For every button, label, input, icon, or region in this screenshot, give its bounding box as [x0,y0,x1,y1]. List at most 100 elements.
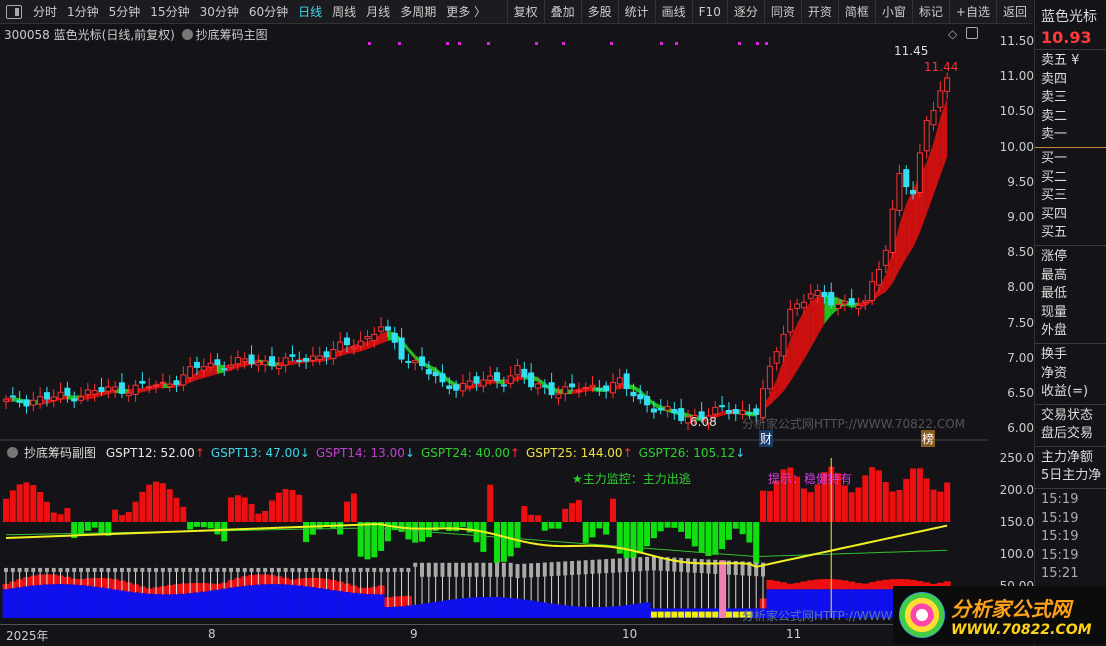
candle-body [562,386,569,395]
sub-indicator-toggle-icon[interactable] [7,447,18,458]
chip-cap [597,559,602,574]
blue-volume-bar [23,586,30,618]
toolbar-button[interactable]: 统计 [617,0,655,24]
blue-volume-bar [50,584,58,618]
toolbar-button[interactable]: 多股 [580,0,618,24]
blue-volume-bar [207,590,215,618]
candle-body [903,169,910,188]
period-tab[interactable]: 月线 [361,3,395,20]
mf-bar [50,512,57,522]
toolbar-button[interactable]: 逐分 [726,0,764,24]
period-tab[interactable]: 分时 [28,3,62,20]
chip-cap [508,562,513,577]
blue-volume-bar [241,585,249,618]
sub-indicator-value: GSPT24: 40.00↑ [421,446,520,460]
chip-cap [290,567,295,572]
mf-bar [494,522,501,563]
candle-body [391,332,398,343]
candle-body [425,369,432,375]
blue-volume-bar [309,587,317,618]
period-tab[interactable]: 多周期 [395,3,441,20]
toolbar-button[interactable]: 简框 [837,0,875,24]
chip-cap [358,567,363,572]
candle-body [630,391,637,397]
mf-bar [453,522,460,532]
candle-body [466,380,473,387]
red-volume-bar [800,581,808,590]
signal-dot [765,42,768,45]
stats3-row: 交易状态 [1041,407,1094,423]
period-tab[interactable]: 15分钟 [145,3,194,20]
chip-cap [488,562,493,577]
blue-volume-bar [391,606,399,618]
mf-bar [650,522,657,539]
chip-cap [174,567,179,572]
candle-body [725,409,732,414]
x-tick: 8 [208,627,216,641]
mf-bar [289,489,296,522]
toolbar-button[interactable]: 画线 [654,0,692,24]
kline-chart[interactable] [0,24,988,624]
mf-bar [930,489,937,522]
price-tick: 9.50 [1007,174,1034,189]
blue-volume-bar [350,592,358,618]
candle-body [916,152,923,193]
sub-indicator-legend: 抄底筹码副图 GSPT12: 52.00↑ GSPT13: 47.00↓ GSPT1… [4,444,757,461]
mf-bar [3,498,9,522]
toolbar-button[interactable]: 复权 [506,0,544,24]
candle-body [173,380,180,385]
candle-body [896,172,903,211]
side-stock-name: 蓝色光标 [1041,9,1097,25]
mf-bar [214,522,221,535]
yellow-bar [732,611,739,618]
period-tab[interactable]: 1分钟 [62,3,104,20]
blue-volume-bar [568,605,576,618]
blue-volume-bar [84,585,92,618]
sell-row: 卖四 [1041,71,1068,87]
toolbar-button[interactable]: 同资 [763,0,801,24]
blue-volume-bar [595,607,603,618]
period-tab[interactable]: 周线 [327,3,361,20]
candle-body [930,110,937,126]
chip-cap [147,567,152,572]
period-tab[interactable]: 日线 [293,3,327,20]
candle-body [773,351,780,364]
toolbar-button[interactable]: 标记 [911,0,949,24]
candle-body [289,354,296,357]
period-tab[interactable]: 更多 〉 [441,3,491,20]
chip-cap [17,567,22,572]
toolbar-button[interactable]: 小窗 [874,0,912,24]
red-volume-bar [780,582,787,590]
mf-bar [889,491,896,522]
candle-body [473,376,480,384]
ma-ribbon-segment [408,347,416,360]
ranking-badge[interactable]: 榜 [921,430,936,447]
period-tab[interactable]: 60分钟 [244,3,293,20]
candle-body [57,391,64,400]
ma-ribbon-segment [933,117,941,195]
candle-body [419,356,426,367]
mf-bar [603,522,610,535]
chip-cap [617,558,622,573]
chip-cap [645,556,650,571]
panel-toggle-icon[interactable] [6,4,22,19]
blue-volume-bar [316,588,324,618]
blue-volume-bar [159,594,167,618]
mf-bar [534,515,541,522]
toolbar-button[interactable]: F10 [691,0,727,24]
stats-row: 外盘 [1041,323,1068,339]
chip-cap [44,567,49,572]
period-tab[interactable]: 30分钟 [195,3,244,20]
chip-cap [304,567,309,572]
candle-body [84,389,91,395]
mf-bar [296,494,303,522]
mf-bar [350,493,357,522]
toolbar-button[interactable]: 叠加 [543,0,581,24]
toolbar-button[interactable]: 开资 [800,0,838,24]
chip-cap [372,567,377,572]
sub-indicator-name[interactable]: 抄底筹码副图 [24,446,96,460]
finance-badge[interactable]: 财 [759,430,774,447]
candle-body [800,301,807,309]
mf-bar [712,522,719,555]
period-tab[interactable]: 5分钟 [104,3,146,20]
